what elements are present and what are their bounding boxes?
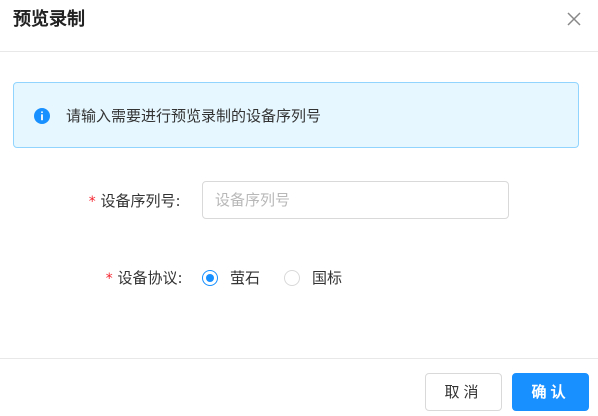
serial-input[interactable]	[202, 181, 509, 219]
dialog-title: 预览录制	[13, 9, 85, 30]
radio-label-gb: 国标	[312, 269, 343, 287]
protocol-label: * 设备协议:	[105, 268, 183, 289]
info-alert: 请输入需要进行预览录制的设备序列号	[13, 82, 579, 148]
info-icon	[34, 108, 50, 124]
cancel-button[interactable]: 取消	[425, 373, 502, 411]
radio-label-ezviz: 萤石	[230, 269, 261, 287]
dialog-header: 预览录制	[0, 0, 598, 52]
radio-option-gb[interactable]: 国标	[284, 268, 348, 290]
serial-label: * 设备序列号:	[88, 191, 181, 212]
dialog-footer: 取消 确认	[0, 358, 598, 416]
required-mark: *	[88, 194, 97, 210]
protocol-label-text: 设备协议:	[117, 269, 183, 287]
close-icon[interactable]	[564, 9, 584, 29]
confirm-button[interactable]: 确认	[512, 373, 589, 411]
radio-unchecked-icon[interactable]	[284, 270, 300, 286]
radio-option-ezviz[interactable]: 萤石	[202, 268, 266, 290]
close-icon-svg	[567, 12, 581, 26]
required-mark: *	[105, 271, 114, 287]
alert-message: 请输入需要进行预览录制的设备序列号	[66, 107, 322, 125]
radio-checked-icon[interactable]	[202, 270, 218, 286]
serial-label-text: 设备序列号:	[100, 192, 181, 210]
